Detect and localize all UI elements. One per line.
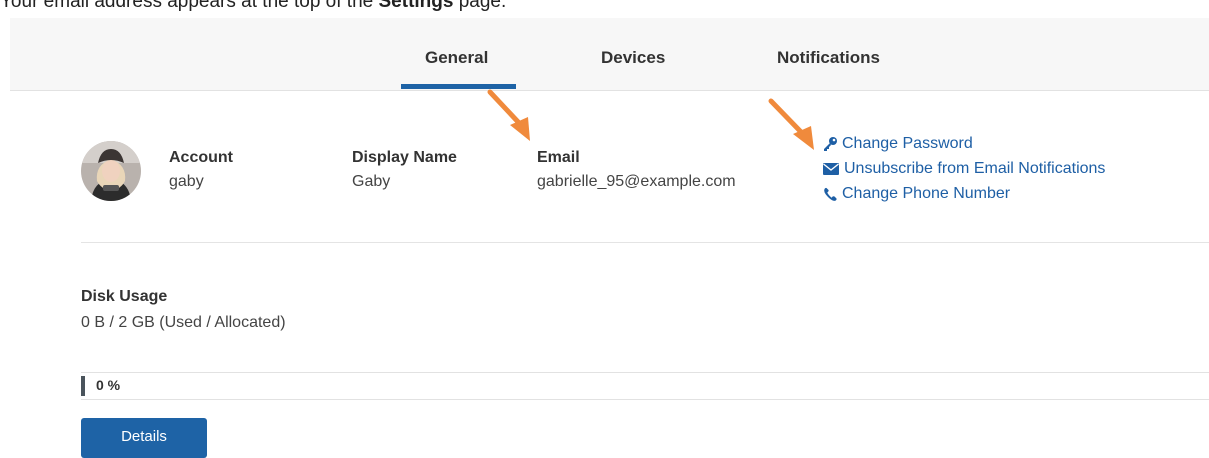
unsubscribe-email-label: Unsubscribe from Email Notifications [844,160,1106,177]
instruction-caption: Your email address appears at the top of… [0,0,506,13]
arrow-to-email-icon [487,89,530,141]
account-label: Account [169,149,233,166]
key-icon [824,137,837,151]
tab-bar: General Devices Notifications [10,18,1209,91]
envelope-icon [823,163,839,175]
avatar [81,141,141,201]
active-tab-indicator [401,84,516,89]
change-password-link[interactable]: Change Password [822,135,973,153]
progress-percent-label: 0 % [96,377,121,393]
change-phone-label: Change Phone Number [842,185,1011,202]
change-password-label: Change Password [842,135,973,152]
disk-usage-value: 0 B / 2 GB (Used / Allocated) [81,314,286,331]
details-button[interactable]: Details [81,418,207,458]
unsubscribe-email-link[interactable]: Unsubscribe from Email Notifications [822,160,1105,178]
email-label: Email [537,149,580,166]
display-name-label: Display Name [352,149,457,166]
progress-start-marker [81,376,85,396]
tab-devices[interactable]: Devices [601,48,665,68]
caption-suffix: page. [453,0,507,12]
disk-usage-title: Disk Usage [81,288,168,305]
disk-usage-progress-bar: 0 % [81,372,1209,400]
caption-prefix: Your email address appears at the top of… [0,0,379,12]
section-divider [81,242,1209,243]
arrow-to-unsubscribe-icon [768,98,814,150]
tab-general[interactable]: General [425,48,488,68]
tab-notifications[interactable]: Notifications [777,48,880,68]
change-phone-link[interactable]: Change Phone Number [822,185,1010,203]
email-value: gabrielle_95@example.com [537,173,736,190]
account-value: gaby [169,173,204,190]
caption-bold: Settings [378,0,454,12]
phone-icon [824,187,837,201]
display-name-value: Gaby [352,173,391,190]
